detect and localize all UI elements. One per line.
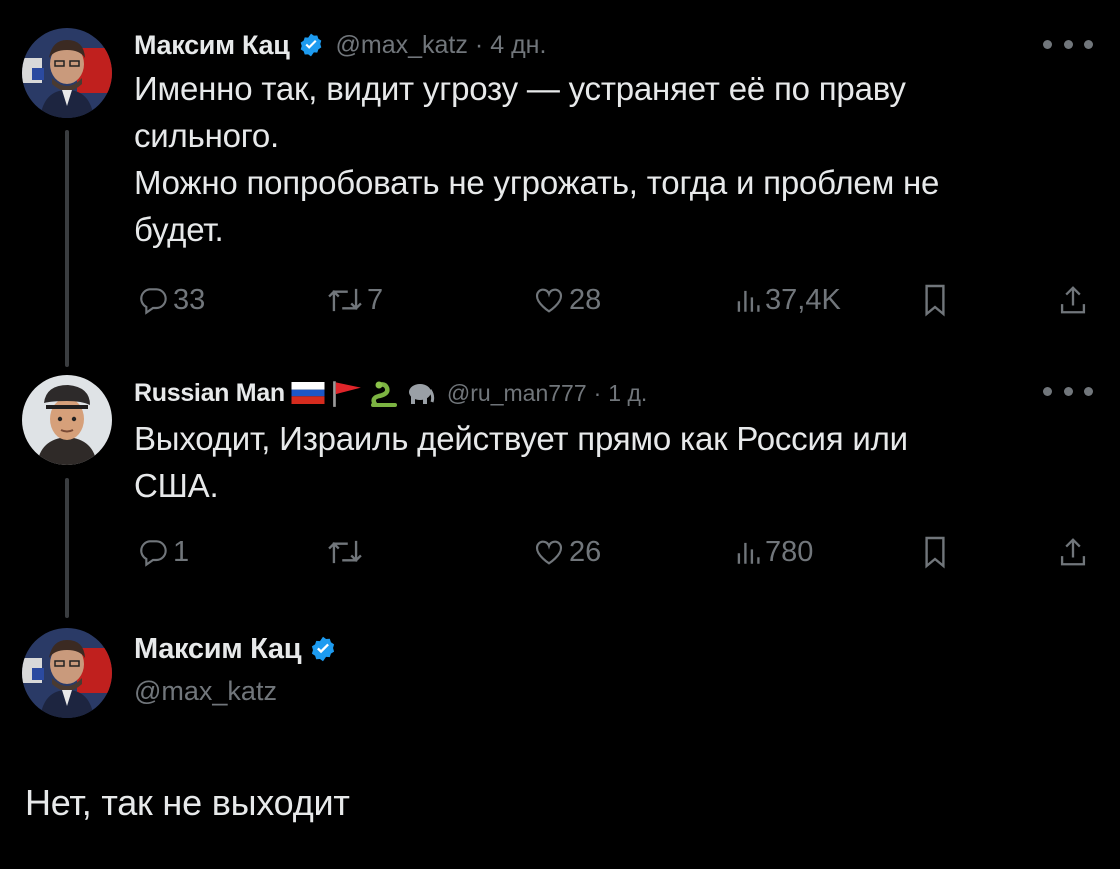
tweet-text-line: Выходит, Израиль действует прямо как Рос… — [134, 420, 908, 457]
tweet-header: Максим Кац @max_katz · 4 дн. — [134, 28, 546, 62]
heart-icon — [535, 288, 563, 313]
handle[interactable]: @max_katz — [134, 676, 277, 707]
repost-count: 7 — [367, 283, 384, 316]
reply-count: 1 — [173, 535, 190, 568]
avatar[interactable] — [22, 375, 112, 465]
more-options-icon[interactable] — [1043, 381, 1093, 401]
main-tweet-header: Максим Кац — [134, 632, 337, 666]
tweet-text: Именно так, видит угрозу — устраняет её … — [134, 65, 939, 253]
red-flag-icon — [333, 381, 361, 407]
tweet-text: Выходит, Израиль действует прямо как Рос… — [134, 415, 908, 509]
repost-icon — [328, 288, 362, 312]
repost-button[interactable] — [327, 532, 367, 572]
bookmark-button[interactable] — [921, 280, 949, 320]
bookmark-icon — [925, 536, 945, 569]
share-icon — [1060, 538, 1086, 566]
repost-button[interactable]: 7 — [327, 280, 383, 320]
reply-button[interactable]: 33 — [137, 280, 205, 320]
verified-badge-icon — [300, 33, 321, 57]
share-button[interactable] — [1058, 280, 1088, 320]
russia-flag-icon — [291, 382, 325, 404]
more-options-icon[interactable] — [1043, 34, 1093, 54]
display-name[interactable]: Russian Man — [134, 379, 285, 408]
timestamp[interactable]: 4 дн. — [490, 31, 546, 60]
avatar[interactable] — [22, 628, 112, 718]
view-count: 780 — [765, 535, 814, 568]
separator: · — [474, 30, 484, 59]
like-button[interactable]: 26 — [533, 532, 601, 572]
reply-icon — [140, 540, 167, 567]
views-button[interactable]: 780 — [735, 532, 813, 572]
thread-line — [65, 130, 69, 367]
heart-icon — [535, 540, 563, 565]
separator: · — [593, 379, 602, 406]
like-count: 28 — [569, 283, 602, 316]
like-button[interactable]: 28 — [533, 280, 601, 320]
timestamp[interactable]: 1 д. — [608, 380, 647, 407]
tweet-header: Russian Man @ru_man777 · 1 д. — [134, 376, 647, 410]
views-button[interactable]: 37,4K — [735, 280, 841, 320]
views-icon — [737, 542, 760, 564]
elephant-icon — [408, 384, 435, 404]
bookmark-button[interactable] — [921, 532, 949, 572]
repost-icon — [328, 540, 362, 564]
share-button[interactable] — [1058, 532, 1088, 572]
tweet-text-line: Можно попробовать не угрожать, тогда и п… — [134, 164, 940, 201]
view-count: 37,4K — [765, 283, 841, 316]
like-count: 26 — [569, 535, 602, 568]
tweet-text-line: США. — [134, 467, 219, 504]
bookmark-icon — [925, 284, 945, 317]
reply-count: 33 — [173, 283, 206, 316]
main-tweet-text: Нет, так не выходит — [25, 782, 350, 823]
share-icon — [1060, 286, 1086, 314]
reply-icon — [140, 288, 167, 315]
thread-line — [65, 478, 69, 618]
tweet-text-line: будет. — [134, 211, 224, 248]
snake-icon — [370, 381, 397, 407]
display-name[interactable]: Максим Кац — [134, 633, 302, 666]
reply-button[interactable]: 1 — [137, 532, 189, 572]
verified-badge-icon — [312, 636, 335, 662]
tweet-text-line: сильного. — [134, 117, 279, 154]
display-name[interactable]: Максим Кац — [134, 30, 290, 61]
handle[interactable]: @ru_man777 — [447, 380, 587, 407]
tweet-text-line: Именно так, видит угрозу — устраняет её … — [134, 70, 906, 107]
avatar[interactable] — [22, 28, 112, 118]
handle[interactable]: @max_katz — [336, 31, 468, 60]
views-icon — [737, 290, 760, 312]
